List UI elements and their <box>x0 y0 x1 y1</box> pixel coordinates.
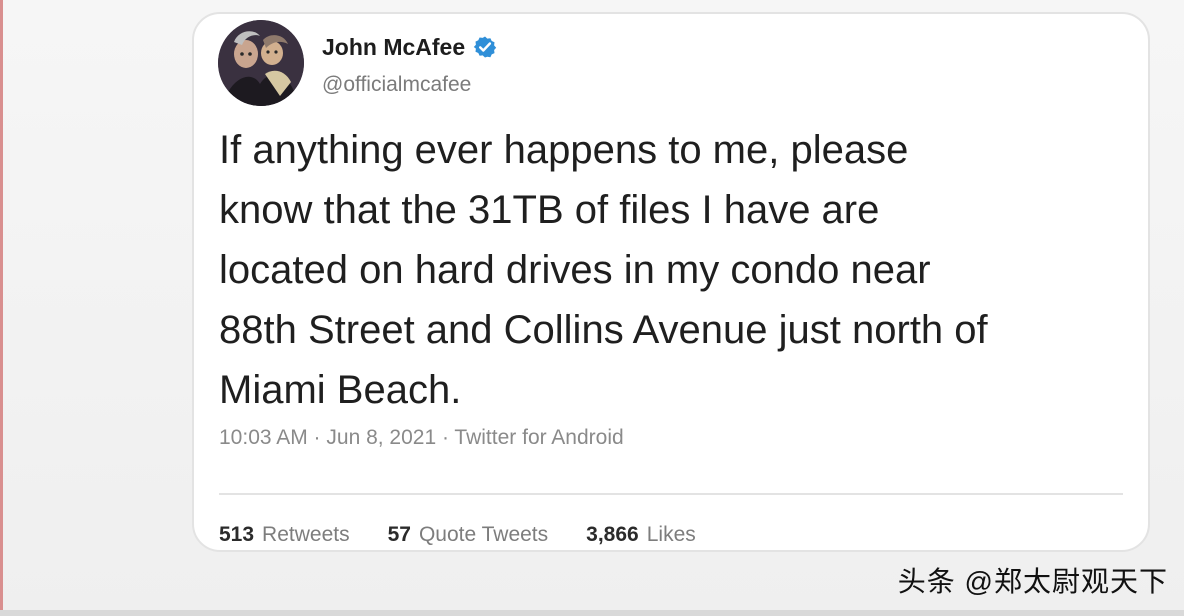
avatar[interactable] <box>218 20 304 106</box>
author-row: John McAfee <box>322 35 497 59</box>
tweet-stats: 513 Retweets 57 Quote Tweets 3,866 Likes <box>219 524 696 545</box>
retweets-label: Retweets <box>262 523 350 546</box>
author-name[interactable]: John McAfee <box>322 35 465 59</box>
likes-label: Likes <box>646 523 696 546</box>
verified-badge-icon <box>473 35 497 59</box>
author-handle[interactable]: @officialmcafee <box>322 74 471 95</box>
bottom-edge-strip <box>0 610 1184 616</box>
stats-divider <box>219 493 1123 495</box>
retweets-count: 513 <box>219 523 255 546</box>
retweets-stat[interactable]: 513 Retweets <box>219 524 350 545</box>
watermark: 头条 @郑太尉观天下 <box>897 566 1168 597</box>
likes-stat[interactable]: 3,866 Likes <box>586 524 696 545</box>
left-edge-strip <box>0 0 3 616</box>
likes-count: 3,866 <box>586 523 639 546</box>
avatar-image <box>218 20 304 106</box>
quote-tweets-count: 57 <box>387 523 411 546</box>
tweet-card: John McAfee @officialmcafee If anything … <box>192 12 1150 552</box>
quote-tweets-label: Quote Tweets <box>418 523 549 546</box>
quote-tweets-stat[interactable]: 57 Quote Tweets <box>388 524 549 545</box>
tweet-meta[interactable]: 10:03 AM · Jun 8, 2021 · Twitter for And… <box>219 427 624 448</box>
tweet-body: If anything ever happens to me, please k… <box>219 128 988 412</box>
